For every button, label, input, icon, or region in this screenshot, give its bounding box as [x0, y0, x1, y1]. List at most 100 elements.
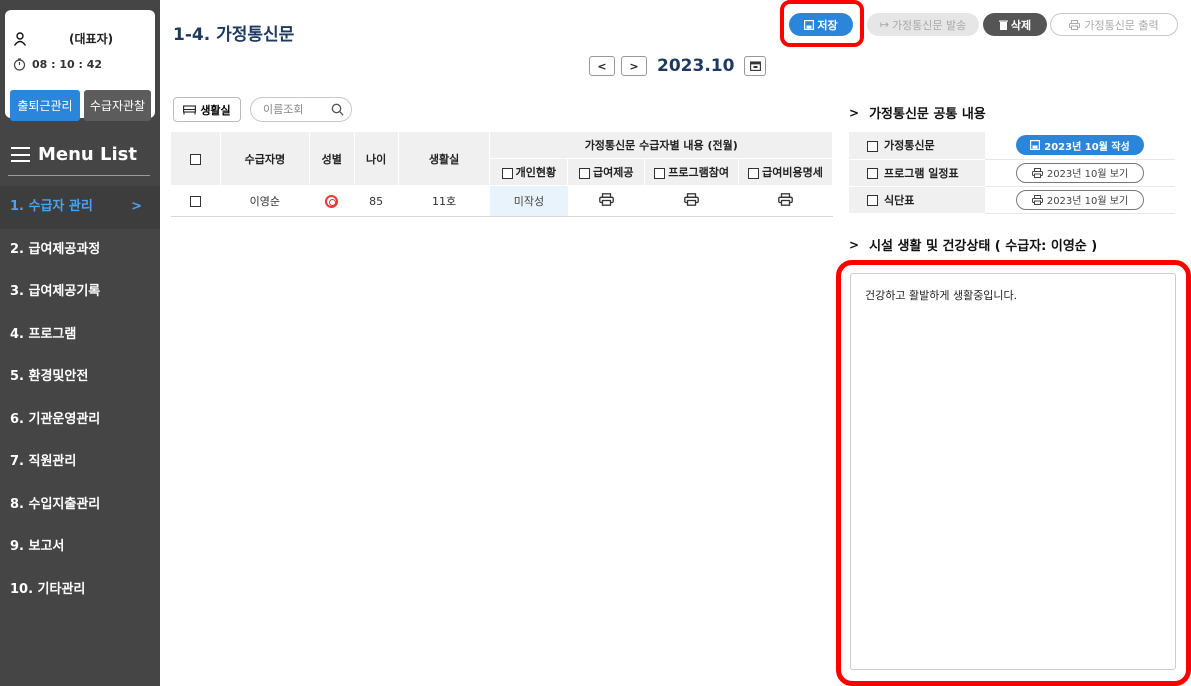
menu-divider: [8, 175, 150, 176]
cell-gender: [309, 185, 355, 217]
print-newsletter-button[interactable]: 가정통신문 출력: [1050, 13, 1178, 36]
col-cost: 급여비용명세: [738, 158, 833, 186]
menu-item-benefit-record[interactable]: 3. 급여제공기록: [0, 271, 160, 314]
common-section-title: > 가정통신문 공통 내용: [849, 103, 986, 123]
menu-item-label: 6. 기관운영관리: [10, 411, 101, 427]
col-age: 나이: [353, 131, 399, 186]
view-program-schedule-button[interactable]: 2023년 10월 보기: [1016, 162, 1144, 183]
select-all-cell: [170, 131, 221, 186]
trash-icon: [998, 20, 1008, 30]
calendar-button[interactable]: [744, 56, 767, 76]
personal-status-checkbox[interactable]: [501, 167, 513, 179]
month-navigator: < > 2023.10: [589, 56, 767, 76]
program-label: 프로그램참여: [668, 166, 730, 179]
cell-benefit-print: [567, 185, 645, 217]
name-search-input[interactable]: [263, 103, 325, 116]
program-checkbox[interactable]: [654, 167, 666, 179]
sidebar: (대표자) 08 : 10 : 42 출퇴근관리 수급자관찰 Menu List…: [0, 0, 160, 686]
delete-label: 삭제: [1010, 18, 1032, 32]
user-role: (대표자): [69, 32, 114, 46]
col-group-newsletter: 가정통신문 수급자별 내용 (전월): [489, 131, 833, 159]
observe-button[interactable]: 수급자관찰: [84, 90, 151, 121]
printer-icon[interactable]: [598, 193, 614, 206]
female-icon: [325, 194, 339, 208]
menu-item-operation[interactable]: 6. 기관운영관리: [0, 399, 160, 442]
view-meal-menu-button[interactable]: 2023년 10월 보기: [1016, 189, 1144, 210]
user-card: (대표자) 08 : 10 : 42 출퇴근관리 수급자관찰: [5, 10, 155, 121]
room-filter-label: 생활실: [200, 103, 231, 117]
row-checkbox[interactable]: [189, 196, 201, 207]
menu-item-label: 2. 급여제공과정: [10, 241, 101, 257]
common-label: 가정통신문: [884, 139, 935, 153]
col-name: 수급자명: [219, 131, 310, 186]
delete-button[interactable]: 삭제: [983, 13, 1047, 36]
name-search: [250, 97, 352, 122]
menu-item-report[interactable]: 9. 보고서: [0, 526, 160, 569]
benefit-checkbox[interactable]: [579, 167, 591, 179]
cell-name: 이영순: [220, 185, 310, 217]
search-icon[interactable]: [331, 103, 344, 116]
common-row-menu: 식단표 2023년 10월 보기: [849, 186, 1175, 214]
menu-icon: [11, 147, 30, 162]
newsletter-checkbox[interactable]: [867, 140, 878, 152]
table-row[interactable]: 이영순 85 11호 미작성: [170, 185, 833, 217]
printer-icon[interactable]: [778, 193, 793, 206]
room-filter-button[interactable]: 생활실: [173, 97, 241, 122]
print-label: 가정통신문 출력: [1084, 18, 1159, 32]
printer-icon: [1031, 167, 1043, 178]
printer-icon: [1031, 194, 1043, 205]
save-label: 저장: [817, 18, 838, 32]
menu-item-benefit-process[interactable]: 2. 급여제공과정: [0, 229, 160, 272]
card-buttons: 출퇴근관리 수급자관찰: [10, 90, 151, 121]
health-section-title: > 시설 생활 및 건강상태 ( 수급자: 이영순 ): [849, 235, 1097, 255]
page-title: 1-4. 가정통신문: [173, 25, 295, 45]
cost-checkbox[interactable]: [748, 167, 760, 179]
chevron-right-icon: >: [131, 199, 142, 214]
common-label: 프로그램 일정표: [884, 166, 959, 180]
cell-age: 85: [354, 185, 399, 217]
menu-item-label: 9. 보고서: [10, 539, 65, 554]
prev-month-button[interactable]: <: [589, 56, 615, 76]
menu-item-staff[interactable]: 7. 직원관리: [0, 441, 160, 484]
meal-menu-checkbox[interactable]: [867, 195, 878, 206]
health-status-textarea[interactable]: 건강하고 활발하게 생활중입니다.: [850, 273, 1176, 670]
recipient-table: 수급자명 성별 나이 생활실 가정통신문 수급자별 내용 (전월) 개인현황 급…: [170, 131, 833, 217]
common-action-cell: 2023년 10월 보기: [985, 186, 1175, 214]
common-label-cell: 프로그램 일정표: [849, 159, 985, 187]
next-month-button[interactable]: >: [621, 56, 647, 76]
common-label: 식단표: [884, 193, 915, 207]
select-all-checkbox[interactable]: [189, 153, 201, 165]
printer-icon: [1069, 19, 1081, 30]
cell-cost-print: [738, 185, 833, 217]
clock-row: 08 : 10 : 42: [13, 58, 102, 71]
send-icon: ↦: [879, 18, 889, 31]
stopwatch-icon: [13, 58, 26, 71]
common-label-cell: 식단표: [849, 186, 985, 214]
attendance-button[interactable]: 출퇴근관리: [10, 90, 80, 121]
save-button[interactable]: 저장: [789, 13, 853, 36]
floppy-icon: [1030, 140, 1041, 151]
menu-item-finance[interactable]: 8. 수입지출관리: [0, 484, 160, 527]
menu-item-etc[interactable]: 10. 기타관리: [0, 569, 160, 612]
menu-title: Menu List: [11, 144, 137, 165]
col-personal-status: 개인현황: [489, 158, 569, 186]
cell-room: 11호: [398, 185, 490, 217]
col-benefit: 급여제공: [567, 158, 646, 186]
printer-icon[interactable]: [684, 193, 700, 206]
menu-item-program[interactable]: 4. 프로그램: [0, 314, 160, 357]
floppy-icon: [804, 19, 815, 30]
menu-item-recipient[interactable]: 1. 수급자 관리 >: [0, 186, 160, 229]
common-label-cell: 가정통신문: [849, 132, 985, 160]
send-button[interactable]: ↦ 가정통신문 발송: [867, 13, 979, 36]
write-newsletter-button[interactable]: 2023년 10월 작성: [1016, 135, 1144, 156]
cell-personal-status[interactable]: 미작성: [489, 185, 568, 217]
current-month: 2023.10: [657, 56, 735, 76]
row-select-cell: [170, 185, 221, 217]
chevron-right-icon: >: [849, 105, 860, 120]
program-schedule-checkbox[interactable]: [867, 168, 878, 179]
menu-item-safety[interactable]: 5. 환경및안전: [0, 356, 160, 399]
bed-icon: [183, 104, 197, 114]
common-action-cell: 2023년 10월 작성: [985, 132, 1175, 160]
benefit-label: 급여제공: [593, 166, 634, 179]
send-label: 가정통신문 발송: [891, 18, 967, 32]
